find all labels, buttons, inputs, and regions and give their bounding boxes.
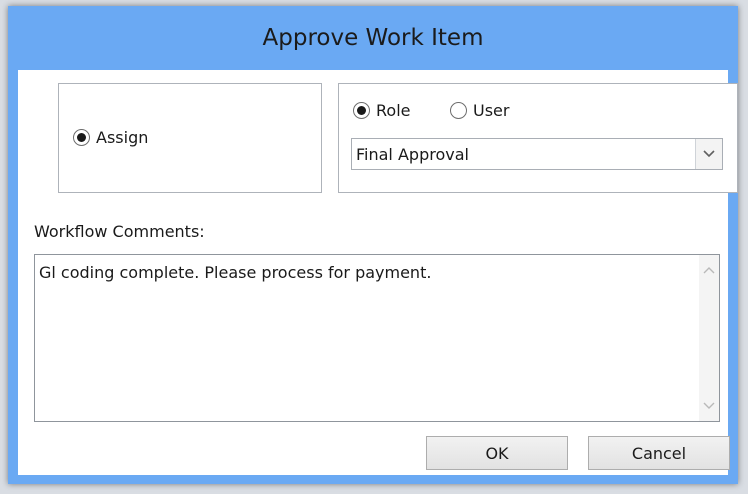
approve-work-item-dialog: Approve Work Item Assign Role User Final… bbox=[8, 6, 738, 484]
role-radio[interactable]: Role bbox=[353, 101, 410, 120]
role-radio-circle bbox=[353, 102, 370, 119]
assign-radio[interactable]: Assign bbox=[73, 128, 148, 147]
chevron-up-icon bbox=[703, 267, 715, 274]
dialog-title: Approve Work Item bbox=[262, 25, 484, 51]
user-radio[interactable]: User bbox=[450, 101, 509, 120]
user-radio-label: User bbox=[473, 101, 510, 120]
radio-selected-dot bbox=[357, 106, 366, 115]
cancel-button[interactable]: Cancel bbox=[588, 436, 730, 470]
chevron-down-icon bbox=[703, 150, 715, 158]
dropdown-button[interactable] bbox=[695, 139, 722, 169]
assign-radio-circle bbox=[73, 129, 90, 146]
role-dropdown[interactable]: Final Approval bbox=[351, 138, 723, 170]
comments-scrollbar[interactable] bbox=[699, 255, 719, 421]
ok-button[interactable]: OK bbox=[426, 436, 568, 470]
role-radio-label: Role bbox=[376, 101, 411, 120]
workflow-comments-text: Gl coding complete. Please process for p… bbox=[39, 263, 432, 282]
scroll-down-button[interactable] bbox=[702, 399, 716, 413]
assign-group: Assign bbox=[58, 83, 322, 193]
title-bar[interactable]: Approve Work Item bbox=[8, 6, 738, 70]
assign-radio-label: Assign bbox=[96, 128, 149, 147]
dialog-body: Assign Role User Final Approval Workflow… bbox=[18, 70, 738, 475]
scroll-up-button[interactable] bbox=[702, 263, 716, 277]
role-dropdown-value: Final Approval bbox=[356, 145, 469, 164]
workflow-comments-field[interactable]: Gl coding complete. Please process for p… bbox=[34, 254, 720, 422]
chevron-down-icon bbox=[703, 402, 715, 409]
radio-selected-dot bbox=[77, 133, 86, 142]
workflow-comments-label: Workflow Comments: bbox=[34, 222, 205, 241]
user-radio-circle bbox=[450, 102, 467, 119]
assignee-group: Role User Final Approval bbox=[338, 83, 738, 193]
